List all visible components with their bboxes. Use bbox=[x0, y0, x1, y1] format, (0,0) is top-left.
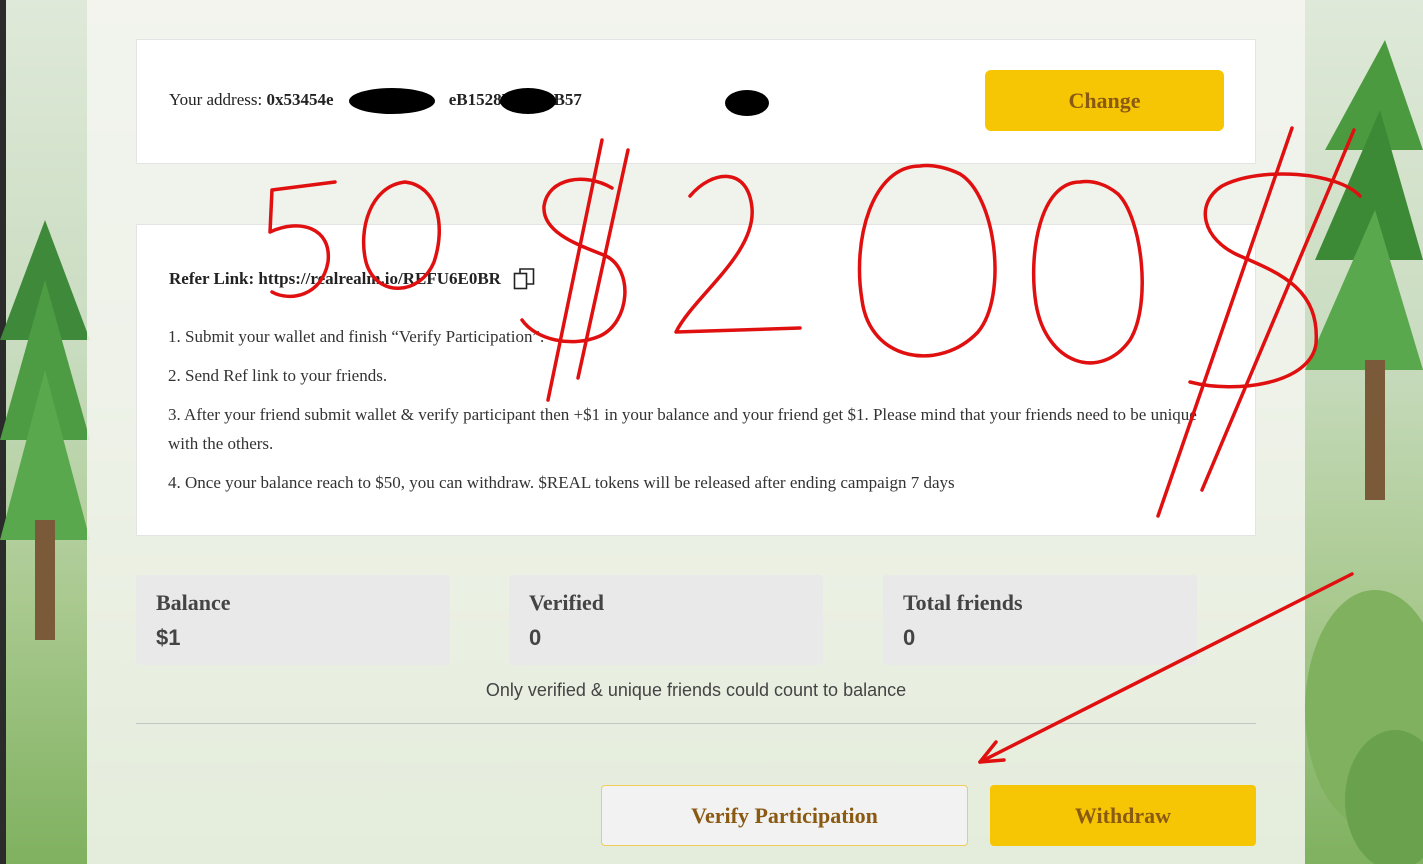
stat-value: 0 bbox=[529, 625, 542, 650]
refer-card: Refer Link: https://realrealm.io/REFU6E0… bbox=[136, 224, 1256, 536]
balance-stat: Balance $1 bbox=[136, 575, 450, 665]
refer-link-row: Refer Link: https://realrealm.io/REFU6E0… bbox=[169, 267, 535, 291]
tree-right-illustration bbox=[1305, 40, 1423, 500]
stat-label: Verified bbox=[529, 590, 604, 615]
copy-icon[interactable] bbox=[513, 267, 535, 291]
instruction-step: 2. Send Ref link to your friends. bbox=[168, 366, 388, 385]
stat-value: $1 bbox=[156, 625, 181, 650]
instructions-list: 1. Submit your wallet and finish “Verify… bbox=[168, 322, 1228, 507]
total-friends-stat: Total friends 0 bbox=[883, 575, 1197, 665]
verified-stat: Verified 0 bbox=[509, 575, 823, 665]
stat-label: Balance bbox=[156, 590, 231, 615]
divider bbox=[136, 723, 1256, 724]
address-label: Your address: bbox=[169, 90, 263, 109]
instruction-step: 3. After your friend submit wallet & ver… bbox=[168, 405, 1197, 453]
bush-right-illustration bbox=[1305, 590, 1423, 864]
verify-participation-button[interactable]: Verify Participation bbox=[601, 785, 968, 846]
address-card: Your address: 0x53454e b545C8 eB1528BBD3… bbox=[136, 39, 1256, 164]
refer-link-value[interactable]: https://realrealm.io/REFU6E0BR bbox=[258, 269, 501, 288]
change-address-button[interactable]: Change bbox=[985, 70, 1224, 131]
stat-label: Total friends bbox=[903, 590, 1023, 615]
withdraw-button[interactable]: Withdraw bbox=[990, 785, 1256, 846]
instruction-step: 4. Once your balance reach to $50, you c… bbox=[168, 473, 955, 492]
refer-link-label: Refer Link: bbox=[169, 269, 255, 288]
redaction-scribble bbox=[725, 90, 769, 116]
redaction-scribble bbox=[500, 88, 556, 114]
redaction-scribble bbox=[349, 88, 435, 114]
instruction-step: 1. Submit your wallet and finish “Verify… bbox=[168, 327, 545, 346]
balance-note: Only verified & unique friends could cou… bbox=[485, 680, 907, 700]
tree-left-illustration bbox=[0, 220, 90, 640]
stat-value: 0 bbox=[903, 625, 916, 650]
referral-panel: Your address: 0x53454e b545C8 eB1528BBD3… bbox=[87, 0, 1305, 864]
